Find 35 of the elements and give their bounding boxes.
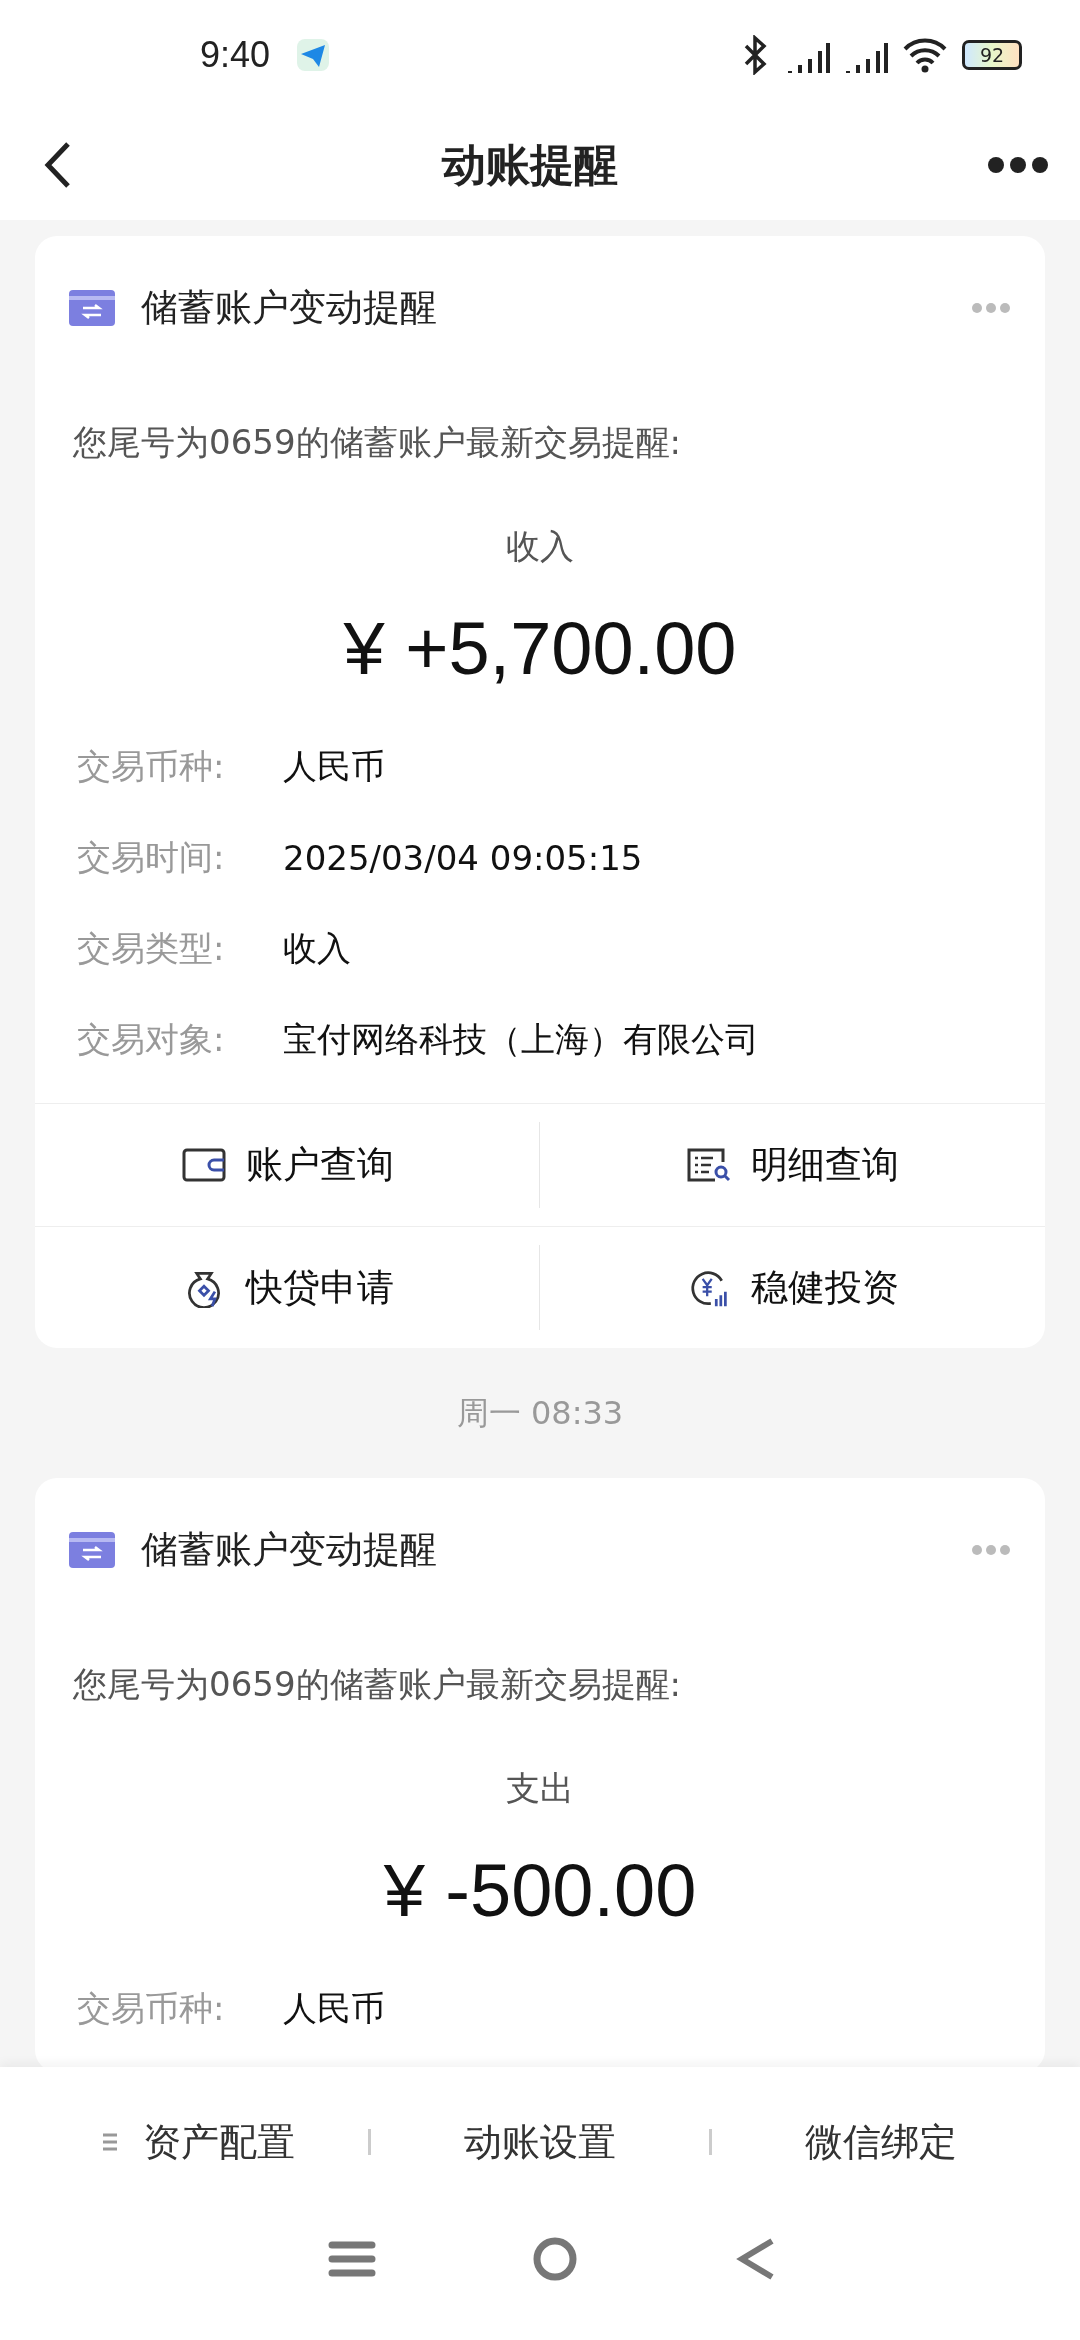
- amount: ¥ -500.00: [382, 1848, 698, 1933]
- field-label: 交易币种:: [77, 1986, 226, 2030]
- menu-tab[interactable]: 微信绑定: [712, 2115, 1050, 2169]
- amount: ¥ +5,700.00: [342, 606, 738, 691]
- action-button[interactable]: 稳健投资: [540, 1226, 1045, 1348]
- action-button[interactable]: 账户查询: [35, 1104, 540, 1226]
- field-label: 交易时间:: [77, 835, 226, 879]
- intro-text: 您尾号为0659的储蓄账户最新交易提醒:: [72, 421, 682, 464]
- battery-level: 92: [962, 40, 1022, 70]
- menu-tab[interactable]: 资产配置: [30, 2115, 368, 2169]
- page-title: 动账提醒: [440, 137, 619, 192]
- paper-plane-icon: [296, 38, 331, 72]
- field-value: 人民币: [283, 744, 385, 788]
- transfer-card-icon: [69, 1532, 115, 1568]
- field-value: 人民币: [283, 1986, 385, 2030]
- action-button[interactable]: 快贷申请: [35, 1226, 540, 1348]
- intro-text: 您尾号为0659的储蓄账户最新交易提醒:: [72, 1663, 682, 1706]
- transfer-card-icon: [69, 290, 115, 326]
- field-label: 交易类型:: [77, 926, 226, 970]
- menu-tab[interactable]: 动账设置: [371, 2115, 709, 2169]
- field-label: 交易币种:: [77, 744, 226, 788]
- more-icon[interactable]: [986, 155, 1050, 175]
- field-label: 交易对象:: [77, 1017, 226, 1061]
- status-time: 9:40: [200, 34, 271, 76]
- field-value: 2025/03/04 09:05:15: [283, 837, 643, 878]
- wifi-icon: [902, 37, 948, 73]
- card-title: 储蓄账户变动提醒: [141, 285, 438, 331]
- field-value: 宝付网络科技（上海）有限公司: [283, 1017, 759, 1061]
- menu-icon: [103, 2132, 117, 2152]
- timestamp: 周一 08:33: [456, 1394, 624, 1432]
- transaction-direction: 收入: [505, 525, 575, 568]
- card-title: 储蓄账户变动提醒: [141, 1527, 438, 1573]
- field-value: 收入: [283, 926, 351, 970]
- transaction-direction: 支出: [505, 1767, 575, 1810]
- action-button[interactable]: 明细查询: [540, 1104, 1045, 1226]
